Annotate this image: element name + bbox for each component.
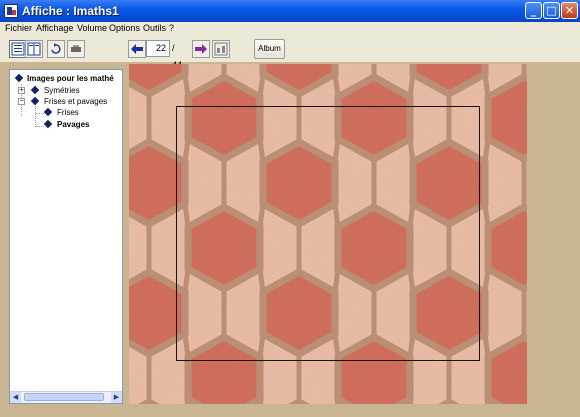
expand-icon[interactable]: + (18, 87, 25, 94)
tools-button[interactable] (67, 40, 85, 58)
minimize-button[interactable]: _ (525, 2, 542, 19)
thumbnail-icon (214, 42, 228, 56)
menu-fichier[interactable]: Fichier (5, 22, 32, 35)
single-view-icon (11, 42, 25, 56)
tree-item-label: Symétries (44, 86, 80, 95)
rotate-icon (51, 43, 61, 54)
collapse-icon[interactable]: − (18, 98, 25, 105)
tree-item-label: Frises et pavages (44, 97, 108, 106)
tree-item-label: Pavages (57, 120, 90, 129)
horizontal-scrollbar[interactable]: ◀ ▶ (10, 391, 122, 403)
next-arrow-icon (195, 44, 207, 54)
menu-help[interactable]: ? (169, 22, 174, 35)
menu-volume[interactable]: Volume (77, 22, 107, 35)
tree-item-label: Images pour les mathé (27, 74, 114, 83)
tree-guide-line (35, 104, 36, 127)
close-button[interactable]: ✕ (561, 2, 578, 19)
toolbar (0, 35, 580, 62)
menu-outils[interactable]: Outils (143, 22, 166, 35)
node-icon (14, 73, 24, 83)
menu-options[interactable]: Options (109, 22, 140, 35)
page-number-input[interactable]: 22 (146, 40, 170, 57)
prev-arrow-icon (131, 44, 143, 54)
prev-page-button[interactable] (128, 40, 146, 58)
tree-item-label: Frises (57, 108, 79, 117)
split-view-icon (27, 42, 41, 56)
thumbnail-button[interactable] (212, 40, 230, 58)
tree-panel: Images pour les mathé + Symétries − Fris… (9, 69, 123, 404)
scroll-left-icon[interactable]: ◀ (10, 392, 21, 403)
scroll-right-icon[interactable]: ▶ (111, 392, 122, 403)
next-page-button[interactable] (192, 40, 210, 58)
window-title: Affiche : Imaths1 (22, 4, 119, 18)
node-icon (30, 96, 40, 106)
scroll-thumb[interactable] (24, 393, 104, 401)
app-icon (4, 4, 18, 18)
node-icon (43, 119, 53, 129)
image-viewer[interactable] (129, 64, 527, 404)
selection-rectangle[interactable] (176, 106, 480, 361)
rotate-button[interactable] (47, 40, 65, 58)
tree-guide-line (36, 126, 44, 127)
node-icon (30, 85, 40, 95)
tree-guide-line (36, 113, 44, 114)
album-button[interactable]: Album (254, 39, 285, 59)
menu-bar: Fichier Affichage Volume Options Outils … (0, 22, 580, 35)
tools-icon (71, 45, 81, 52)
title-bar[interactable]: Affiche : Imaths1 _ □ ✕ (0, 0, 580, 22)
app-window: Affiche : Imaths1 _ □ ✕ Fichier Affichag… (0, 0, 580, 417)
split-view-button[interactable] (25, 40, 43, 58)
node-icon (43, 107, 53, 117)
menu-affichage[interactable]: Affichage (36, 22, 73, 35)
maximize-button[interactable]: □ (543, 2, 560, 19)
